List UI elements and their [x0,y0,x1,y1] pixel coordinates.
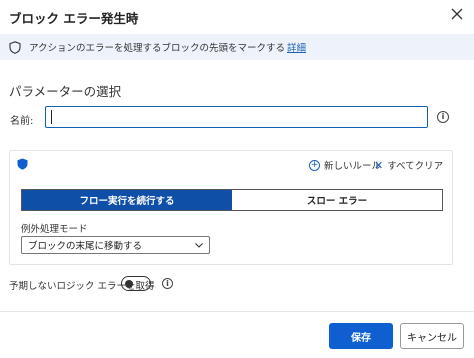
cancel-button[interactable]: キャンセル [400,323,464,349]
clear-all-label: すべてクリア [387,161,444,172]
footer-divider [0,311,474,312]
new-rule-label: 新しいルール [324,161,382,172]
new-rule-button[interactable]: + 新しいルール [309,158,381,172]
name-input[interactable] [45,106,428,128]
text-caret [51,110,52,124]
info-icon[interactable]: i [162,278,173,289]
toggle-knob [125,280,133,288]
plus-circle-icon: + [309,159,320,171]
info-text: アクションのエラーを処理するブロックの先頭をマークする [29,43,286,54]
chevron-down-icon [194,240,204,250]
section-title: パラメーターの選択 [9,84,122,99]
details-link[interactable]: 詳細 [287,40,306,54]
capture-logic-error-toggle[interactable] [121,276,151,291]
clear-all-button[interactable]: ✕ すべてクリア [374,158,444,173]
exception-mode-select[interactable]: ブロックの末尾に移動する [21,236,210,254]
close-icon: ✕ [374,158,384,172]
exception-mode-label: 例外処理モード [21,224,88,235]
name-label: 名前: [10,116,34,127]
close-icon[interactable] [448,5,466,23]
info-icon[interactable]: i [437,111,449,123]
tab-throw-error[interactable]: スロー エラー [232,190,442,210]
exception-mode-value: ブロックの末尾に移動する [28,241,143,252]
rules-panel: + 新しいルール ✕ すべてクリア フロー実行を続行する スロー エラー 例外処… [9,150,453,265]
info-bar: アクションのエラーを処理するブロックの先頭をマークする 詳細 [0,34,474,60]
shield-icon [9,40,21,54]
shield-filled-icon [17,158,28,170]
tab-continue-flow[interactable]: フロー実行を続行する [22,190,232,210]
dialog-title: ブロック エラー発生時 [9,11,139,26]
error-action-tabs: フロー実行を続行する スロー エラー [21,189,443,211]
save-button[interactable]: 保存 [329,323,393,349]
block-error-dialog: ブロック エラー発生時 アクションのエラーを処理するブロックの先頭をマークする … [0,0,474,358]
